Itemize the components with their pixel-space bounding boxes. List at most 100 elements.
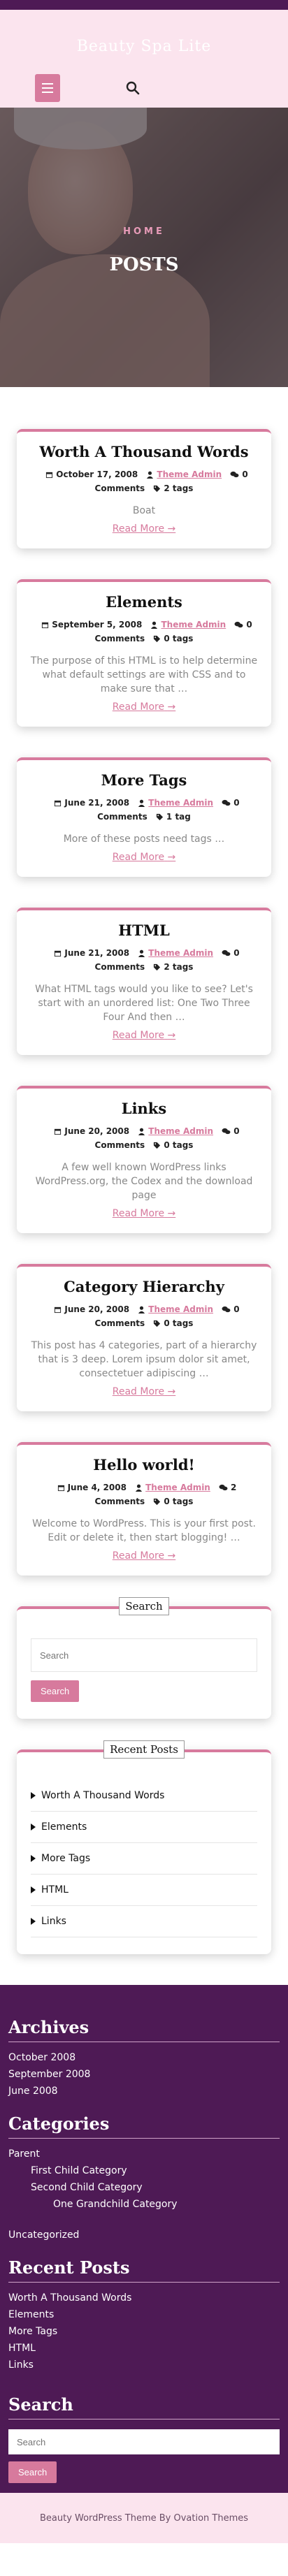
post-card: HTML June 21, 2008 Theme Admin 0 Comment… [17,908,271,1055]
user-icon [136,1484,143,1492]
arrow-right-icon: → [167,701,176,713]
breadcrumb[interactable]: HOME [0,226,288,237]
post-author-link[interactable]: Theme Admin [148,798,213,808]
calendar-icon [55,1307,62,1314]
list-item[interactable]: More Tags [31,1843,257,1875]
post-excerpt: What HTML tags would you like to see? Le… [35,984,253,1023]
read-more-link[interactable]: Read More → [113,1386,176,1397]
read-more-link[interactable]: Read More → [113,701,176,713]
search-icon[interactable] [124,80,141,96]
post-title[interactable]: Hello world! [29,1456,259,1473]
menu-toggle-button[interactable] [35,74,60,102]
category-link-first-child[interactable]: First Child Category [8,2162,280,2179]
search-input[interactable] [31,1638,257,1672]
category-link-uncategorized[interactable]: Uncategorized [8,2227,280,2243]
comments-icon [234,621,243,628]
post-title[interactable]: Elements [29,593,259,611]
hamburger-icon [42,83,53,85]
comments-icon [230,471,239,478]
hero-banner: HOME POSTS [0,108,288,387]
footer-archives-title: Archives [8,2017,280,2042]
list-item[interactable]: HTML [31,1875,257,1906]
read-more-link[interactable]: Read More → [113,523,176,534]
post-meta: June 4, 2008 Theme Admin 2 Comments 0 ta… [29,1480,259,1508]
post-author-link[interactable]: Theme Admin [145,1483,210,1492]
page-title: POSTS [109,254,179,275]
category-link-grandchild[interactable]: One Grandchild Category [8,2196,280,2213]
arrow-right-icon: → [167,1550,176,1562]
post-excerpt: More of these posts need tags … [63,834,225,845]
user-icon [138,799,145,807]
post-author-link[interactable]: Theme Admin [148,948,213,958]
arrow-right-icon: → [167,523,176,534]
read-more-link[interactable]: Read More → [113,1030,176,1041]
post-title[interactable]: Links [29,1100,259,1117]
post-card: Hello world! June 4, 2008 Theme Admin 2 … [17,1442,271,1576]
tag-icon [154,485,161,493]
post-card: Worth A Thousand Words October 17, 2008 … [17,429,271,548]
tag-icon [154,963,161,971]
category-link-second-child[interactable]: Second Child Category [8,2179,280,2196]
post-title[interactable]: Worth A Thousand Words [29,443,259,460]
comments-icon [222,1306,231,1313]
tag-icon [154,635,161,643]
recent-posts-list: Worth A Thousand Words Elements More Tag… [31,1780,257,1937]
category-link-parent[interactable]: Parent [8,2146,280,2162]
read-more-link[interactable]: Read More → [113,1550,176,1562]
calendar-icon [46,472,53,479]
footer-search-input[interactable] [8,2429,280,2454]
post-excerpt: Boat [132,505,156,516]
post-card: Category Hierarchy June 20, 2008 Theme A… [17,1264,271,1411]
post-excerpt: A few well known WordPress links WordPre… [35,1162,253,1201]
list-item[interactable]: Links [31,1906,257,1937]
list-item[interactable]: Worth A Thousand Words [31,1780,257,1812]
post-meta: September 5, 2008 Theme Admin 0 Comments… [29,618,259,646]
post-title[interactable]: Category Hierarchy [29,1278,259,1295]
comments-icon [222,799,231,806]
comments-icon [219,1484,228,1491]
archive-link[interactable]: September 2008 [8,2066,280,2083]
footer-credit[interactable]: Beauty WordPress Theme By Ovation Themes [40,2513,248,2524]
tag-icon [154,1142,161,1149]
post-card: Elements September 5, 2008 Theme Admin 0… [17,579,271,727]
footer-recent-link[interactable]: Worth A Thousand Words [8,2290,280,2306]
caret-right-icon [31,1855,36,1862]
site-title[interactable]: Beauty Spa Lite [0,38,288,55]
post-meta: June 20, 2008 Theme Admin 0 Comments 0 t… [29,1124,259,1152]
search-button[interactable]: Search [31,1680,80,1702]
comments-icon [222,1128,231,1135]
comments-icon [222,949,231,956]
caret-right-icon [31,1886,36,1893]
post-author-link[interactable]: Theme Admin [161,620,226,630]
calendar-icon [42,622,49,629]
read-more-link[interactable]: Read More → [113,1208,176,1219]
calendar-icon [55,950,62,957]
arrow-right-icon: → [167,1030,176,1041]
post-title[interactable]: HTML [29,922,259,939]
footer-categories-title: Categories [8,2113,280,2139]
tag-icon [154,1320,161,1327]
footer-recent-link[interactable]: HTML [8,2340,280,2357]
arrow-right-icon: → [167,1208,176,1219]
archive-link[interactable]: October 2008 [8,2049,280,2066]
archive-link[interactable]: June 2008 [8,2083,280,2100]
read-more-link[interactable]: Read More → [113,852,176,863]
post-author-link[interactable]: Theme Admin [148,1304,213,1314]
post-card: More Tags June 21, 2008 Theme Admin 0 Co… [17,757,271,877]
top-strip [0,0,288,10]
tag-icon [156,813,164,821]
footer-search-button[interactable]: Search [8,2461,57,2483]
post-card: Links June 20, 2008 Theme Admin 0 Commen… [17,1086,271,1233]
main-content: Worth A Thousand Words October 17, 2008 … [0,387,288,1954]
post-author-link[interactable]: Theme Admin [157,470,222,479]
list-item[interactable]: Elements [31,1812,257,1843]
calendar-icon [55,800,62,807]
arrow-right-icon: → [167,1386,176,1397]
post-meta: June 21, 2008 Theme Admin 0 Comments 2 t… [29,946,259,974]
footer-recent-link[interactable]: Elements [8,2306,280,2323]
post-meta: October 17, 2008 Theme Admin 0 Comments … [29,467,259,495]
post-author-link[interactable]: Theme Admin [148,1126,213,1136]
post-title[interactable]: More Tags [29,771,259,789]
footer-recent-link[interactable]: Links [8,2357,280,2373]
footer-recent-link[interactable]: More Tags [8,2323,280,2340]
